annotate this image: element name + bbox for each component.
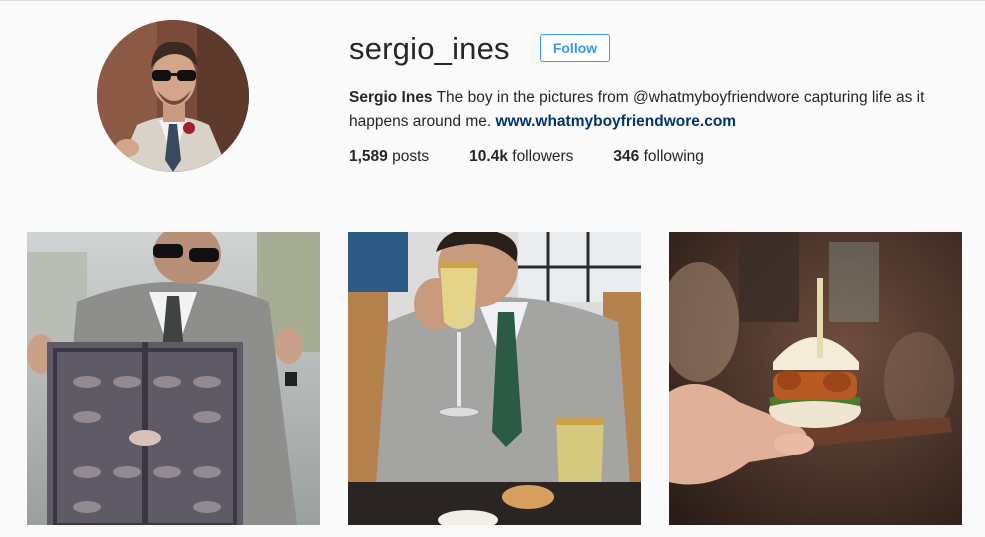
followers-label: followers (507, 148, 574, 165)
following-count: 346 (613, 148, 640, 165)
post-thumbnail-3[interactable] (669, 232, 962, 525)
following-stat[interactable]: 346 following (613, 148, 704, 166)
posts-count: 1,589 (349, 148, 388, 165)
follow-button[interactable]: Follow (540, 34, 610, 62)
followers-count: 10.4k (469, 148, 508, 165)
followers-stat[interactable]: 10.4k followers (469, 148, 573, 166)
profile-stats: 1,589 posts 10.4k followers 346 followin… (349, 148, 744, 166)
posts-stat: 1,589 posts (349, 148, 429, 166)
following-label: following (639, 148, 704, 165)
profile-username: sergio_ines (349, 31, 510, 66)
profile-page: sergio_ines Follow Sergio Ines The boy i… (0, 0, 985, 537)
post-thumbnail-2[interactable] (348, 232, 641, 525)
profile-avatar[interactable] (97, 20, 249, 172)
profile-full-name: Sergio Ines (349, 89, 433, 106)
post-thumbnail-1[interactable] (27, 232, 320, 525)
posts-label: posts (387, 148, 430, 165)
profile-bio: Sergio Ines The boy in the pictures from… (349, 86, 969, 134)
top-divider (0, 0, 985, 1)
profile-website-link[interactable]: www.whatmyboyfriendwore.com (496, 113, 737, 130)
